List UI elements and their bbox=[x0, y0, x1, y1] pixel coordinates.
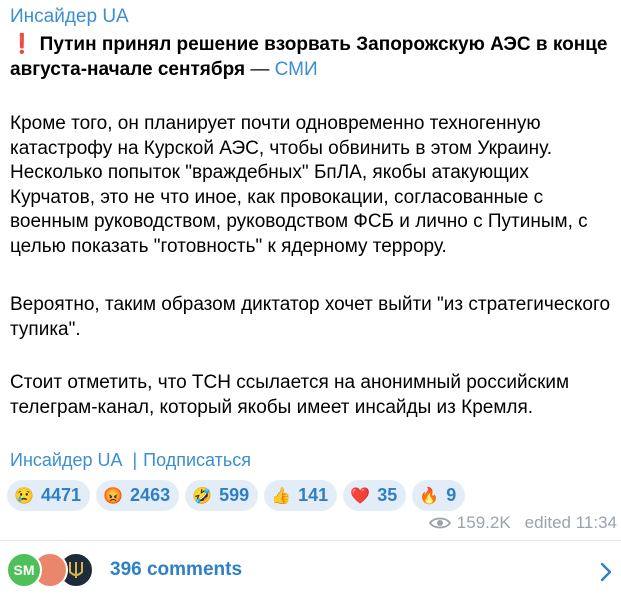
post-paragraph-1: Кроме того, он планирует почти одновреме… bbox=[10, 113, 588, 257]
reaction-angry[interactable]: 😡 2463 bbox=[96, 480, 180, 511]
rofl-face-icon: 🤣 bbox=[192, 487, 213, 505]
reaction-rofl[interactable]: 🤣 599 bbox=[185, 480, 259, 511]
exclamation-mark-icon: ❗ bbox=[10, 34, 34, 55]
red-heart-icon: ❤️ bbox=[350, 487, 371, 505]
reaction-heart[interactable]: ❤️ 35 bbox=[343, 480, 407, 511]
reaction-count: 2463 bbox=[130, 485, 171, 505]
trident-icon bbox=[69, 562, 83, 578]
reaction-thumbs-up[interactable]: 👍 141 bbox=[264, 480, 338, 511]
post-paragraph-2: Вероятно, таким образом диктатор хочет в… bbox=[10, 294, 611, 340]
thumbs-up-icon: 👍 bbox=[271, 487, 292, 505]
comments-divider bbox=[0, 540, 621, 541]
comments-count: 396 comments bbox=[110, 559, 243, 580]
subscribe-link[interactable]: Подписаться bbox=[143, 450, 251, 470]
reaction-count: 141 bbox=[298, 485, 329, 505]
footer-channel-link[interactable]: Инсайдер UA bbox=[10, 450, 122, 470]
view-count: 159.2K bbox=[456, 513, 511, 532]
chevron-right-icon bbox=[600, 562, 612, 582]
eye-icon bbox=[428, 517, 451, 529]
headline-source-link[interactable]: СМИ bbox=[275, 59, 318, 80]
avatar: SM bbox=[6, 552, 42, 588]
edited-time: edited 11:34 bbox=[524, 513, 617, 532]
commenter-avatars: SM bbox=[6, 552, 96, 588]
post-headline: ❗ Путин принял решение взорвать Запорожск… bbox=[10, 32, 610, 82]
headline-dash: — bbox=[245, 59, 275, 80]
post-meta: 159.2K edited 11:34 bbox=[428, 513, 617, 533]
reaction-count: 35 bbox=[377, 485, 398, 505]
reaction-count: 9 bbox=[446, 485, 457, 505]
angry-face-icon: 😡 bbox=[103, 487, 123, 505]
footer-separator: | bbox=[132, 450, 138, 470]
post-footer-links: Инсайдер UA | Подписаться bbox=[10, 448, 251, 472]
comments-button[interactable]: SM 396 comments bbox=[0, 546, 621, 595]
reaction-count: 4471 bbox=[41, 485, 82, 505]
channel-name[interactable]: Инсайдер UA bbox=[10, 5, 129, 29]
fire-icon: 🔥 bbox=[419, 487, 440, 505]
reaction-fire[interactable]: 🔥 9 bbox=[412, 480, 466, 511]
post-paragraph-3: Стоит отметить, что ТСН ссылается на ано… bbox=[10, 372, 570, 418]
crying-face-icon: 😢 bbox=[14, 487, 34, 505]
reaction-count: 599 bbox=[219, 485, 250, 505]
reactions-bar: 😢 4471 😡 2463 🤣 599 👍 141 ❤️ 35 🔥 9 bbox=[7, 480, 466, 511]
reaction-crying[interactable]: 😢 4471 bbox=[7, 480, 91, 511]
